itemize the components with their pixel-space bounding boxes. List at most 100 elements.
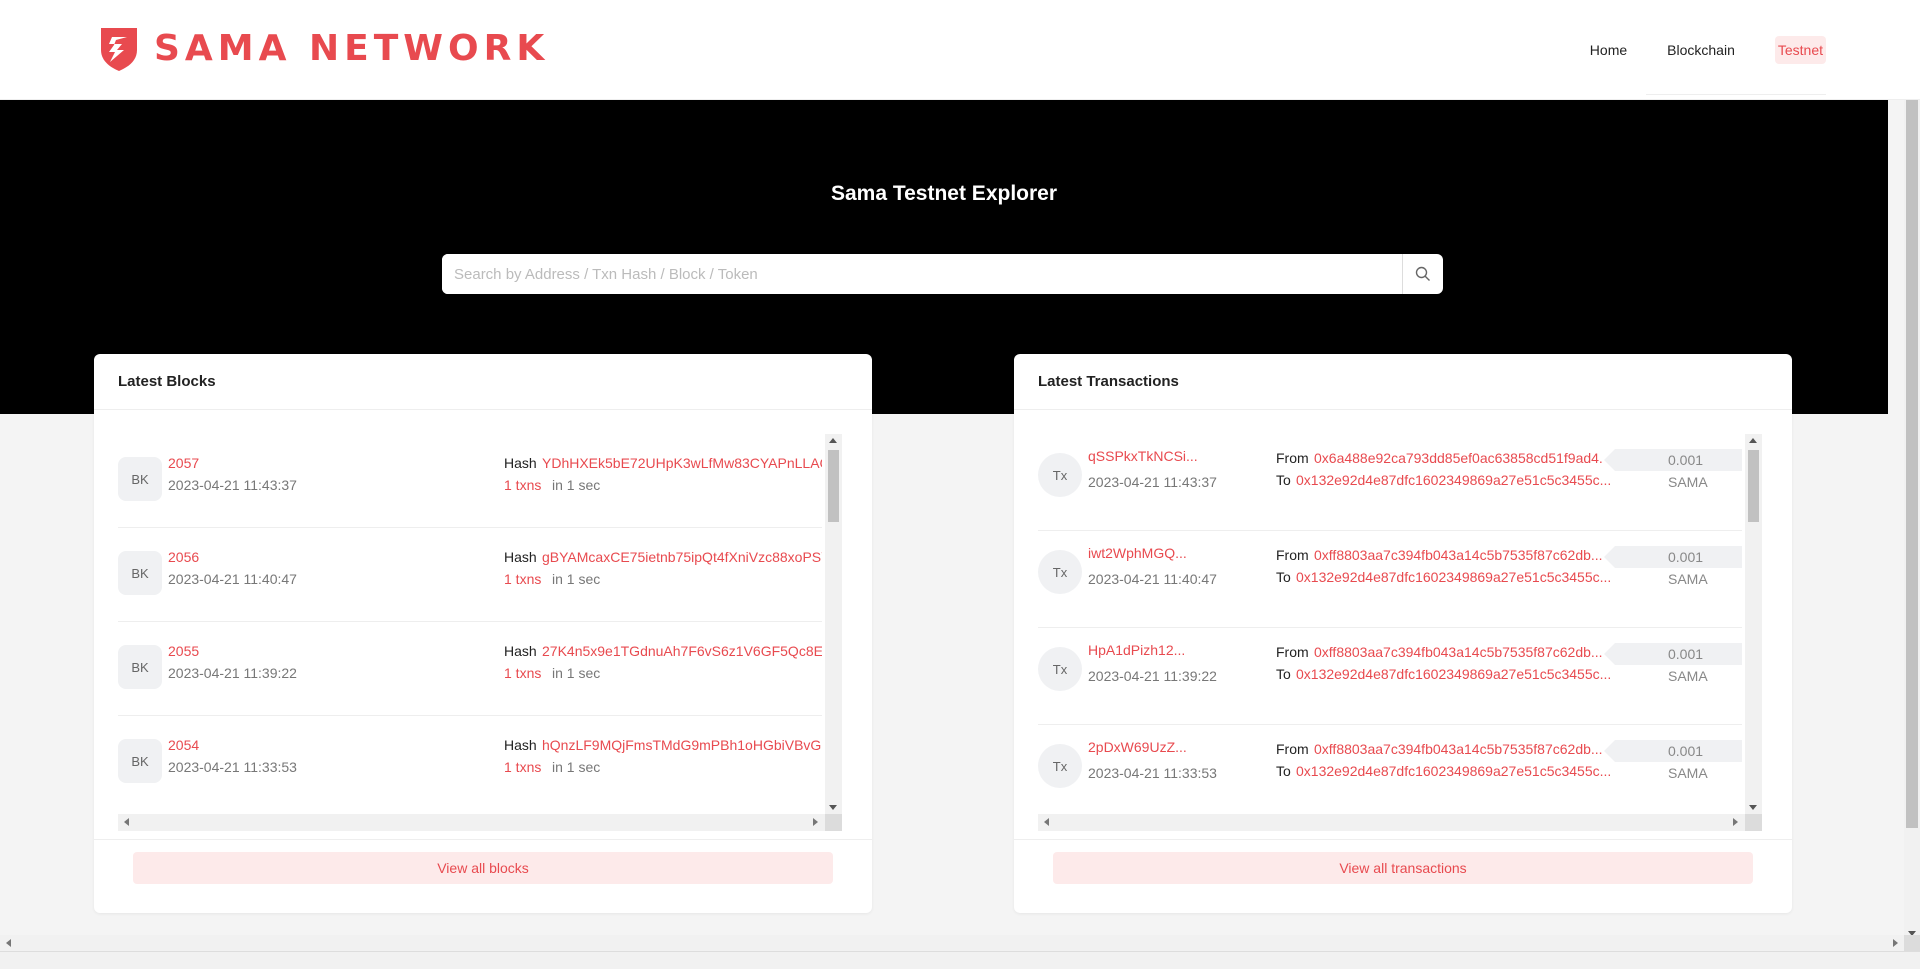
scroll-down-icon[interactable] [1749,805,1757,810]
nav-divider [1646,94,1826,95]
search-icon [1415,266,1430,281]
transaction-row: Tx HpA1dPizh12... 2023-04-21 11:39:22 Fr… [1038,628,1742,725]
block-badge: BK [118,645,162,689]
hash-label: Hash [504,737,537,753]
block-badge: BK [118,457,162,501]
page-scroll-thumb[interactable] [1906,100,1918,828]
block-badge: BK [118,551,162,595]
block-number-link[interactable]: 2055 [168,643,199,659]
block-time: 2023-04-21 11:39:22 [168,665,297,681]
tx-hash-link[interactable]: qSSPkxTkNCSi... [1088,448,1198,464]
block-duration: in 1 sec [552,477,601,493]
block-duration: in 1 sec [552,571,601,587]
transaction-row: Tx qSSPkxTkNCSi... 2023-04-21 11:43:37 F… [1038,434,1742,531]
blocks-footer: View all blocks [94,839,872,913]
top-navbar: SAMA NETWORK Home Blockchain Testnet [0,0,1920,100]
block-duration: in 1 sec [552,759,601,775]
block-hash-link[interactable]: hQnzLF9MQjFmsTMdG9mPBh1oHGbiVBvG... [542,737,822,753]
tx-amount: 0.001 SAMA [1604,546,1742,587]
hash-label: Hash [504,549,537,565]
search-input[interactable] [442,254,1402,294]
tx-from-link[interactable]: 0xff8803aa7c394fb043a14c5b7535f87c62db..… [1314,547,1603,563]
tx-time: 2023-04-21 11:39:22 [1088,668,1217,684]
from-label: From [1276,644,1309,660]
scroll-up-icon[interactable] [1749,438,1757,443]
block-number-link[interactable]: 2054 [168,737,199,753]
block-time: 2023-04-21 11:33:53 [168,759,297,775]
transactions-footer: View all transactions [1014,839,1792,913]
tx-hash-link[interactable]: HpA1dPizh12... [1088,642,1185,658]
block-hash-link[interactable]: gBYAMcaxCE75ietnb75ipQt4fXniVzc88xoPSY..… [542,549,822,565]
transactions-horizontal-scrollbar[interactable] [1038,814,1762,831]
view-all-blocks-button[interactable]: View all blocks [133,852,833,884]
scroll-down-icon[interactable] [829,805,837,810]
scroll-thumb[interactable] [828,450,839,522]
tx-to-link[interactable]: 0x132e92d4e87dfc1602349869a27e51c5c3455c… [1296,763,1611,779]
page-horizontal-scrollbar[interactable] [0,935,1904,951]
tx-time: 2023-04-21 11:33:53 [1088,765,1217,781]
tx-to-link[interactable]: 0x132e92d4e87dfc1602349869a27e51c5c3455c… [1296,472,1611,488]
search-button[interactable] [1402,254,1443,294]
nav-home[interactable]: Home [1590,42,1627,58]
block-number-link[interactable]: 2056 [168,549,199,565]
scroll-left-icon[interactable] [124,818,129,826]
scroll-right-icon[interactable] [813,818,818,826]
page-scroll-left-icon[interactable] [6,939,11,947]
tx-badge: Tx [1038,550,1082,594]
tx-badge: Tx [1038,647,1082,691]
block-row: BK 2056 2023-04-21 11:40:47 Hash gBYAMca… [118,528,822,622]
block-badge: BK [118,739,162,783]
block-txns-link[interactable]: 1 txns [504,665,541,681]
to-label: To [1276,763,1291,779]
sama-shield-logo-icon [101,28,137,71]
block-hash-link[interactable]: YDhHXEk5bE72UHpK3wLfMw83CYAPnLLAC... [542,455,822,471]
logo-text: SAMA NETWORK [154,28,550,69]
block-number-link[interactable]: 2057 [168,455,199,471]
nav-testnet[interactable]: Testnet [1774,36,1826,64]
page-scroll-right-icon[interactable] [1893,939,1898,947]
block-time: 2023-04-21 11:40:47 [168,571,297,587]
latest-blocks-list: BK 2057 2023-04-21 11:43:37 Hash YDhHXEk… [118,434,842,814]
transactions-vertical-scrollbar[interactable] [1745,434,1762,814]
block-txns-link[interactable]: 1 txns [504,571,541,587]
tx-amount: 0.001 SAMA [1604,740,1742,781]
blocks-horizontal-scrollbar[interactable] [118,814,842,831]
scroll-thumb[interactable] [1748,450,1759,522]
tx-from-link[interactable]: 0xff8803aa7c394fb043a14c5b7535f87c62db..… [1314,741,1603,757]
logo[interactable]: SAMA NETWORK [98,26,549,72]
latest-blocks-title: Latest Blocks [94,354,872,410]
block-row: BK 2054 2023-04-21 11:33:53 Hash hQnzLF9… [118,716,822,802]
to-label: To [1276,569,1291,585]
scroll-right-icon[interactable] [1733,818,1738,826]
view-all-transactions-button[interactable]: View all transactions [1053,852,1753,884]
tx-from-link[interactable]: 0x6a488e92ca793dd85ef0ac63858cd51f9ad4..… [1314,450,1611,466]
block-txns-link[interactable]: 1 txns [504,759,541,775]
blocks-vertical-scrollbar[interactable] [825,434,842,814]
scrollbar-corner [1745,814,1762,831]
tx-hash-link[interactable]: iwt2WphMGQ... [1088,545,1187,561]
hash-label: Hash [504,455,537,471]
scrollbar-corner [825,814,842,831]
block-time: 2023-04-21 11:43:37 [168,477,297,493]
tx-to-link[interactable]: 0x132e92d4e87dfc1602349869a27e51c5c3455c… [1296,666,1611,682]
to-label: To [1276,472,1291,488]
tx-to-link[interactable]: 0x132e92d4e87dfc1602349869a27e51c5c3455c… [1296,569,1611,585]
window-bottom-bar [0,951,1920,969]
from-label: From [1276,450,1309,466]
latest-transactions-card: Latest Transactions Tx qSSPkxTkNCSi... 2… [1014,354,1792,913]
tx-hash-link[interactable]: 2pDxW69UzZ... [1088,739,1187,755]
tx-amount: 0.001 SAMA [1604,449,1742,490]
transaction-row: Tx iwt2WphMGQ... 2023-04-21 11:40:47 Fro… [1038,531,1742,628]
nav-blockchain[interactable]: Blockchain [1667,42,1735,58]
scroll-left-icon[interactable] [1044,818,1049,826]
tx-from-link[interactable]: 0xff8803aa7c394fb043a14c5b7535f87c62db..… [1314,644,1603,660]
tx-amount: 0.001 SAMA [1604,643,1742,684]
latest-transactions-list: Tx qSSPkxTkNCSi... 2023-04-21 11:43:37 F… [1038,434,1762,814]
page-vertical-scrollbar[interactable] [1904,100,1920,946]
scroll-up-icon[interactable] [829,438,837,443]
block-txns-link[interactable]: 1 txns [504,477,541,493]
block-row: BK 2055 2023-04-21 11:39:22 Hash 27K4n5x… [118,622,822,716]
tx-badge: Tx [1038,744,1082,788]
block-hash-link[interactable]: 27K4n5x9e1TGdnuAh7F6vS6z1V6GF5Qc8Eak... [542,643,822,659]
block-duration: in 1 sec [552,665,601,681]
